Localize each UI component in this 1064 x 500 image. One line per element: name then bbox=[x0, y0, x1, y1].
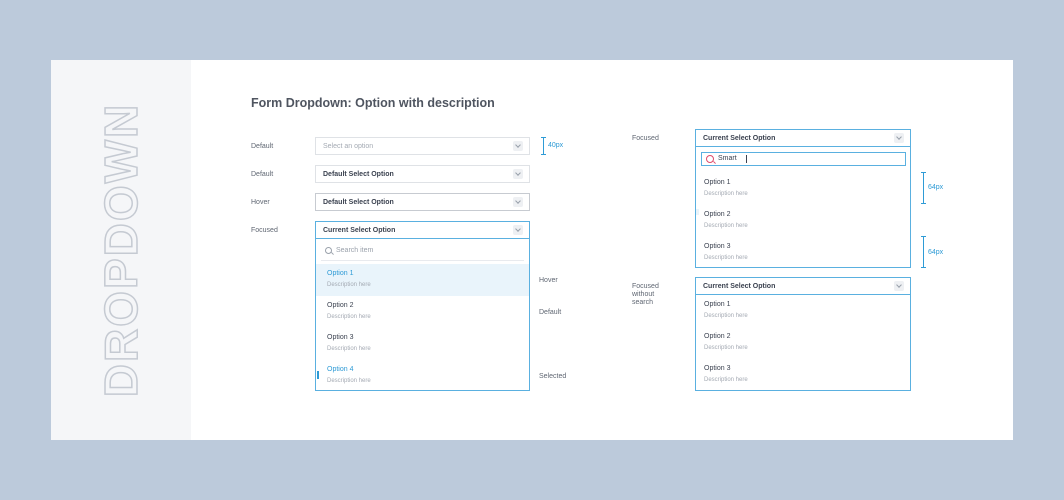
dropdown-hover[interactable]: Default Select Option bbox=[315, 193, 530, 211]
row-label-hover: Hover bbox=[251, 199, 270, 206]
list-item[interactable]: Option 1 Description here bbox=[316, 264, 529, 296]
option-description: Description here bbox=[327, 314, 371, 320]
dropdown-value: Current Select Option bbox=[703, 283, 776, 290]
search-field-active[interactable]: Smart bbox=[701, 152, 906, 166]
option-description: Description here bbox=[704, 345, 748, 351]
row-label-focused: Focused bbox=[251, 227, 278, 234]
list-item[interactable]: Option 2 Description here bbox=[316, 296, 529, 328]
row-label-focused-search: Focused bbox=[632, 135, 659, 142]
spacing-annotation: 64px bbox=[928, 249, 944, 256]
option-title: Option 3 bbox=[704, 243, 731, 250]
list-item[interactable]: Option 3 Description here bbox=[696, 359, 910, 391]
chevron-down-icon bbox=[513, 141, 523, 151]
dropdown-menu: Search item Option 1 Description here Op… bbox=[315, 239, 530, 391]
dropdown-default[interactable]: Default Select Option bbox=[315, 165, 530, 183]
search-input[interactable]: Smart bbox=[718, 155, 737, 162]
dropdown-value: Current Select Option bbox=[703, 135, 776, 142]
state-label-selected: Selected bbox=[539, 373, 567, 380]
dropdown-value: Current Select Option bbox=[323, 227, 396, 234]
option-title: Option 4 bbox=[327, 366, 354, 373]
option-description: Description here bbox=[327, 282, 371, 288]
row-label-default: Default bbox=[251, 171, 274, 178]
option-description: Description here bbox=[704, 255, 748, 261]
sidebar-vertical-title: DROPDOWN bbox=[94, 102, 148, 398]
option-title: Option 2 bbox=[704, 211, 731, 218]
dropdown-value: Default Select Option bbox=[323, 199, 394, 206]
dropdown-focused[interactable]: Current Select Option bbox=[315, 221, 530, 239]
dropdown-focused-search[interactable]: Current Select Option bbox=[695, 129, 911, 147]
option-description: Description here bbox=[327, 346, 371, 352]
chevron-down-icon bbox=[894, 281, 904, 291]
page-title: Form Dropdown: Option with description bbox=[251, 96, 495, 110]
dropdown-menu-search: Smart Option 1 Description here Option 2… bbox=[695, 147, 911, 268]
option-title: Option 1 bbox=[704, 179, 731, 186]
dropdown-default-placeholder[interactable]: Select an option bbox=[315, 137, 530, 155]
option-title: Option 2 bbox=[327, 302, 354, 309]
option-title: Option 1 bbox=[327, 270, 354, 277]
dropdown-focused-no-search[interactable]: Current Select Option bbox=[695, 277, 911, 295]
menu-search[interactable]: Search item bbox=[321, 243, 524, 261]
height-annotation: 40px bbox=[548, 142, 564, 149]
dropdown-value: Default Select Option bbox=[323, 171, 394, 178]
selected-indicator bbox=[317, 371, 319, 379]
chevron-down-icon bbox=[513, 197, 523, 207]
spacing-annotation-bracket bbox=[921, 172, 926, 204]
option-title: Option 1 bbox=[704, 301, 731, 308]
option-title: Option 2 bbox=[704, 333, 731, 340]
option-title: Option 3 bbox=[704, 365, 731, 372]
option-description: Description here bbox=[704, 223, 748, 229]
option-description: Description here bbox=[704, 191, 748, 197]
option-description: Description here bbox=[704, 313, 748, 319]
row-label-no-search-3: search bbox=[632, 299, 654, 306]
list-item[interactable]: Option 1 Description here bbox=[696, 173, 910, 205]
option-description: Description here bbox=[704, 377, 748, 383]
dropdown-value: Select an option bbox=[323, 143, 374, 150]
dropdown-menu-no-search: Option 1 Description here Option 2 Descr… bbox=[695, 295, 911, 391]
state-label-default: Default bbox=[539, 309, 562, 316]
list-item[interactable]: Option 2 Description here bbox=[696, 327, 910, 359]
text-caret bbox=[746, 155, 747, 163]
state-label-hover: Hover bbox=[539, 277, 558, 284]
list-item[interactable]: Option 2 Description here bbox=[696, 205, 910, 237]
hover-indicator bbox=[696, 209, 699, 215]
list-item[interactable]: Option 3 Description here bbox=[696, 237, 910, 269]
chevron-down-icon bbox=[894, 133, 904, 143]
list-item[interactable]: Option 1 Description here bbox=[696, 295, 910, 327]
list-item[interactable]: Option 3 Description here bbox=[316, 328, 529, 360]
option-title: Option 3 bbox=[327, 334, 354, 341]
search-icon bbox=[325, 247, 332, 254]
height-annotation-bracket bbox=[541, 137, 546, 155]
search-icon bbox=[706, 155, 714, 163]
spacing-annotation: 64px bbox=[928, 184, 944, 191]
spacing-annotation-bracket bbox=[921, 236, 926, 268]
row-label-default-placeholder: Default bbox=[251, 143, 274, 150]
search-input[interactable]: Search item bbox=[336, 247, 373, 254]
list-item[interactable]: Option 4 Description here bbox=[316, 360, 529, 392]
chevron-down-icon bbox=[513, 169, 523, 179]
option-description: Description here bbox=[327, 378, 371, 384]
chevron-down-icon bbox=[513, 225, 523, 235]
